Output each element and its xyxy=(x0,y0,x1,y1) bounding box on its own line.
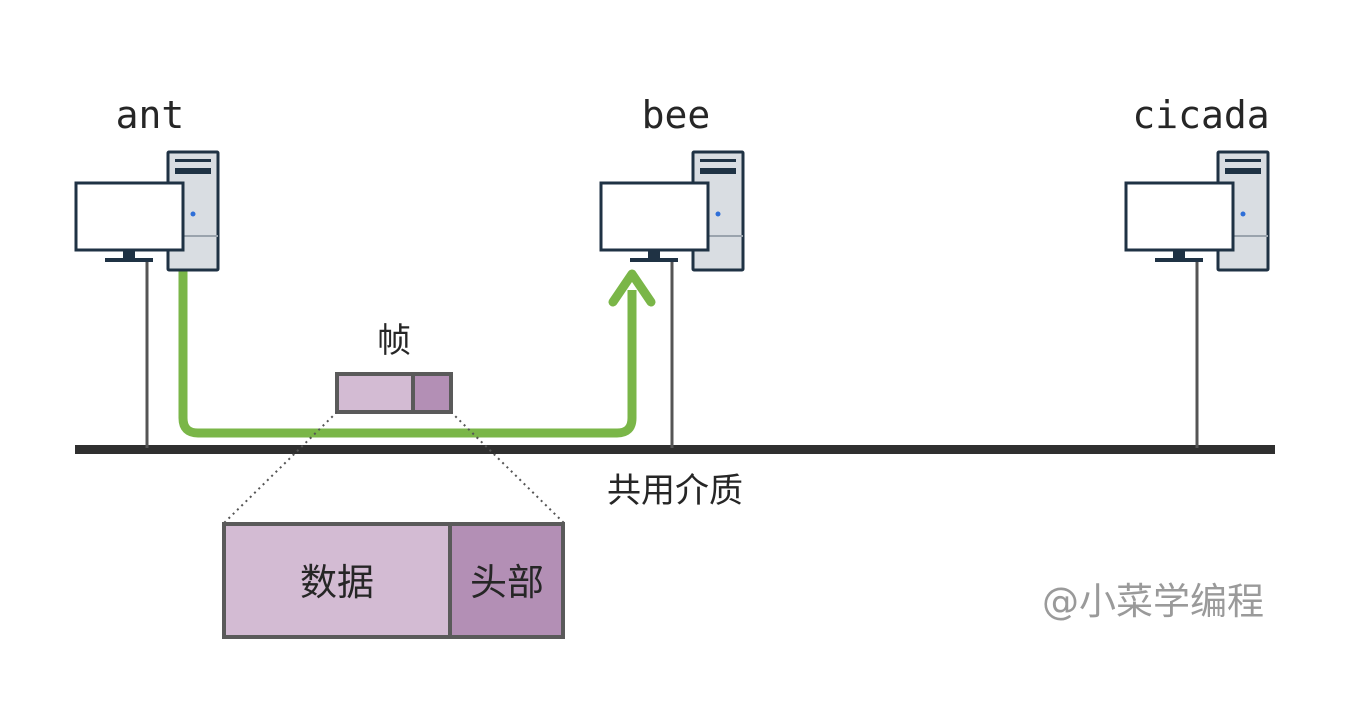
shared-medium-label: 共用介质 xyxy=(607,471,743,511)
watermark-text: @小菜学编程 xyxy=(1042,580,1264,623)
host-label-cicada: cicada xyxy=(1132,93,1269,137)
frame-header-label: 头部 xyxy=(470,561,544,604)
frame-label: 帧 xyxy=(377,321,411,361)
host-label-ant: ant xyxy=(116,93,185,137)
frame-small-header xyxy=(411,372,453,414)
diagram-stage: ant bee cicada 帧 共用介质 数据 头部 @小菜学编程 xyxy=(0,0,1350,713)
frame-enlarged: 数据 头部 xyxy=(222,522,565,639)
shared-medium-bus xyxy=(75,445,1275,454)
computer-bee-icon xyxy=(599,150,745,272)
frame-small xyxy=(335,372,453,414)
frame-small-data xyxy=(335,372,415,414)
host-label-bee: bee xyxy=(642,93,711,137)
computer-ant-icon xyxy=(74,150,220,272)
frame-data-label: 数据 xyxy=(300,561,374,604)
network-diagram: ant bee cicada 帧 共用介质 数据 头部 @小菜学编程 xyxy=(74,93,1275,639)
computer-cicada-icon xyxy=(1124,150,1270,272)
